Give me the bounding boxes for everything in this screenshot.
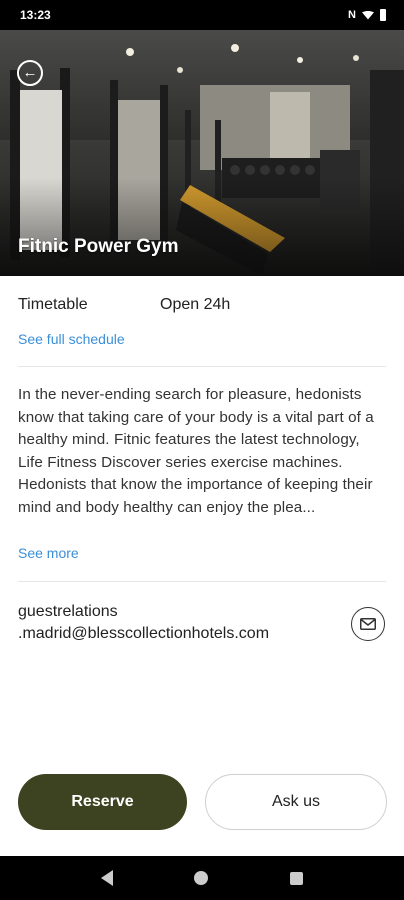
nav-recents-icon[interactable] [290, 871, 304, 885]
status-icons: N [348, 9, 386, 21]
nfc-icon: N [348, 9, 356, 21]
divider [18, 581, 386, 582]
timetable-label: Timetable [18, 296, 88, 313]
see-more-link[interactable]: See more [18, 545, 79, 561]
ask-us-button[interactable]: Ask us [205, 774, 387, 830]
arrow-left-icon: ← [22, 64, 38, 81]
timetable-value: Open 24h [160, 296, 231, 313]
battery-icon [380, 9, 386, 21]
system-nav-bar [0, 856, 404, 900]
divider [18, 366, 386, 367]
description-text: In the never-ending search for pleasure,… [18, 386, 374, 516]
mail-icon [360, 618, 376, 630]
reserve-button[interactable]: Reserve [18, 774, 187, 830]
wifi-icon [362, 10, 374, 20]
nav-back-icon[interactable] [100, 870, 113, 886]
back-button[interactable]: ← [17, 60, 43, 86]
status-time: 13:23 [20, 8, 51, 22]
email-line-1: guestrelations [18, 603, 118, 620]
email-line-2: .madrid@blesscollectionhotels.com [18, 625, 270, 642]
nav-home-icon[interactable] [194, 871, 209, 885]
status-bar: 13:23 N [0, 0, 404, 30]
email-button[interactable] [351, 607, 385, 641]
page-title: Fitnic Power Gym [18, 236, 179, 257]
hero-image: ← Fitnic Power Gym [0, 30, 404, 276]
see-full-schedule-link[interactable]: See full schedule [18, 331, 125, 347]
contact-email: guestrelations .madrid@blesscollectionho… [18, 601, 328, 645]
